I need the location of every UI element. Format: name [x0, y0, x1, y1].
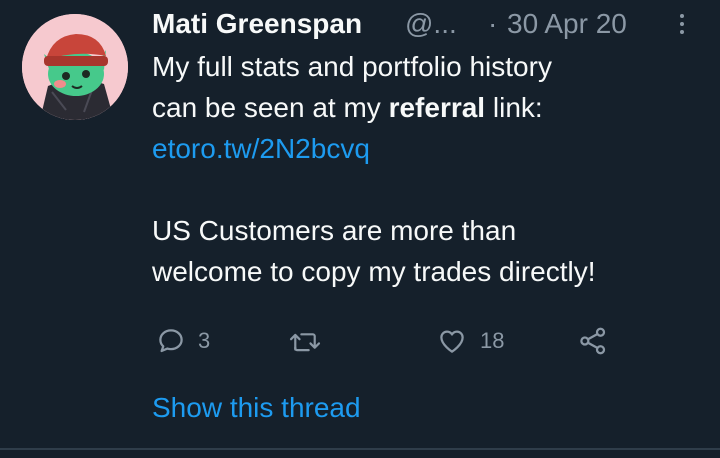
tweet-text-line: etoro.tw/2N2bcvq — [152, 128, 712, 169]
tweet-text-line: US Customers are more than — [152, 215, 517, 246]
reply-count: 3 — [198, 328, 211, 353]
separator-dot: · — [488, 8, 498, 39]
referral-link[interactable]: etoro.tw/2N2bcvq — [152, 133, 370, 164]
tweet-date[interactable]: 30 Apr 20 — [507, 4, 627, 44]
tweet-text-line: My full stats and portfolio history — [152, 51, 552, 82]
bold-word: referral — [388, 92, 486, 123]
share-icon — [580, 327, 606, 355]
tweet-header: Mati Greenspan @... · 30 Apr 20 — [152, 4, 712, 44]
handle[interactable]: @... — [405, 4, 457, 44]
retweet-button[interactable] — [288, 318, 334, 364]
more-vertical-icon[interactable] — [672, 14, 692, 38]
reply-icon — [159, 329, 183, 353]
share-button[interactable] — [578, 318, 608, 364]
like-count: 18 — [480, 328, 505, 353]
divider — [0, 448, 720, 450]
tweet[interactable]: Mati Greenspan @... · 30 Apr 20 My full … — [0, 0, 720, 450]
reply-button[interactable]: 3 — [156, 318, 210, 364]
tweet-text-line: welcome to copy my trades directly! — [152, 256, 596, 287]
text-fragment: can be seen at my — [152, 92, 389, 123]
avatar-image — [22, 14, 128, 120]
show-thread-link[interactable]: Show this thread — [152, 388, 361, 428]
display-name[interactable]: Mati Greenspan — [152, 4, 362, 44]
tweet-text: My full stats and portfolio history can … — [152, 46, 712, 292]
tweet-text-line: can be seen at my referral link: — [152, 87, 712, 128]
heart-icon — [440, 330, 464, 353]
action-bar: 3 18 — [152, 318, 712, 364]
like-button[interactable]: 18 — [436, 318, 504, 364]
text-fragment: link: — [485, 92, 543, 123]
avatar[interactable] — [22, 14, 128, 120]
retweet-icon — [289, 333, 321, 352]
